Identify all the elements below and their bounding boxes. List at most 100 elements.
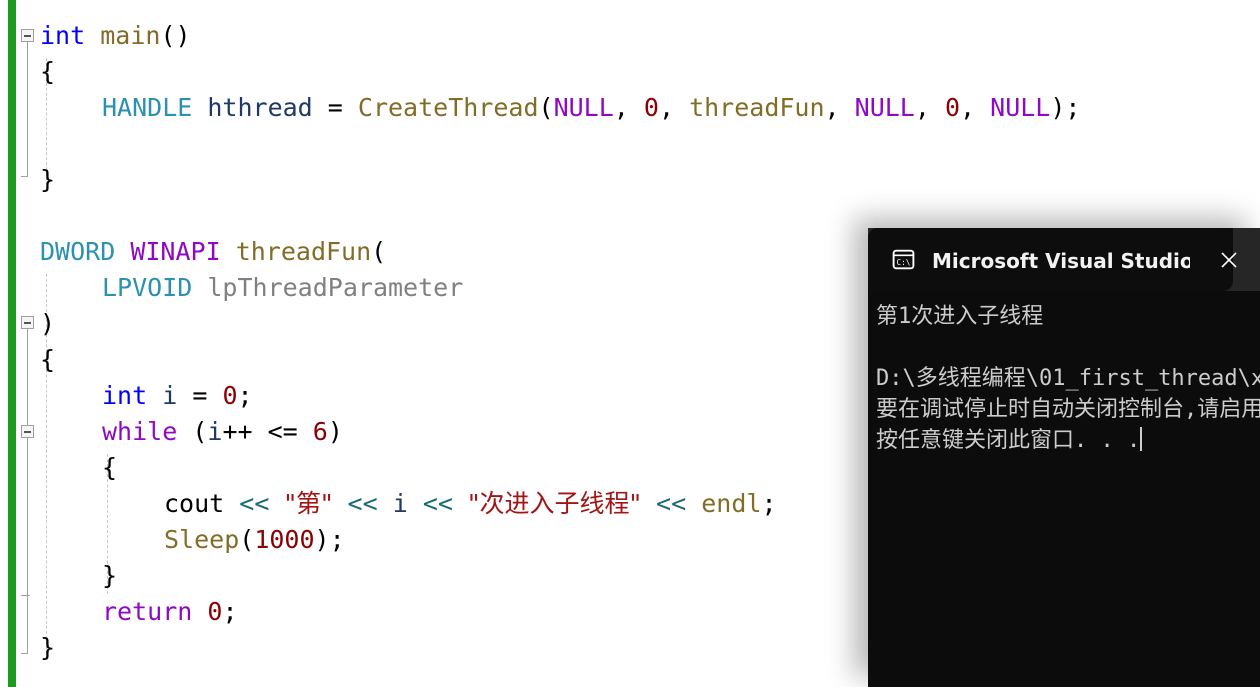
console-output-line: 第1次进入子线程 <box>876 304 1044 329</box>
code-line[interactable]: { <box>40 342 55 378</box>
code-line[interactable]: return 0; <box>102 594 238 630</box>
console-window-icon: C:\ <box>891 247 916 272</box>
code-token: << <box>656 489 687 518</box>
code-token: ) <box>40 309 56 338</box>
console-titlebar[interactable]: C:\ Microsoft Visual Studio 调试控制台 <box>868 228 1260 291</box>
code-token: { <box>102 453 118 482</box>
collapse-toggle-main[interactable] <box>21 29 34 42</box>
console-output-line: D:\多线程编程\01_first_thread\x64\Debug\01_fi… <box>876 366 1260 391</box>
code-token: } <box>40 633 56 662</box>
outline-line-while <box>27 438 28 595</box>
close-icon[interactable] <box>1198 228 1260 291</box>
code-token: i <box>392 489 408 518</box>
code-token: , <box>824 93 855 122</box>
code-line[interactable]: } <box>102 558 117 594</box>
code-line[interactable]: HANDLE hthread = CreateThread(NULL, 0, t… <box>102 90 1080 126</box>
code-line[interactable]: } <box>40 162 55 198</box>
code-token: } <box>40 165 56 194</box>
code-token: "次进入子线程" <box>467 489 641 518</box>
outline-line-main <box>27 42 28 176</box>
console-tab[interactable]: C:\ Microsoft Visual Studio 调试控制台 <box>868 228 1233 291</box>
code-line[interactable]: } <box>40 630 55 666</box>
code-token: return <box>102 597 193 626</box>
code-line[interactable]: int main() <box>40 18 191 54</box>
code-token: << <box>239 489 270 518</box>
code-token: ; <box>761 489 777 518</box>
code-token: ) <box>327 417 343 446</box>
code-token: ( <box>371 237 387 266</box>
code-token: ++ <= <box>222 417 313 446</box>
console-output-line: 要在调试停止时自动关闭控制台,请启用“工具”->“选项”->“调试”->“调试停… <box>876 397 1260 422</box>
code-token: , <box>960 93 991 122</box>
code-token: { <box>40 57 56 86</box>
code-line[interactable]: int i = 0; <box>102 378 253 414</box>
code-line[interactable]: cout << "第" << i << "次进入子线程" << endl; <box>164 486 777 522</box>
code-line[interactable]: { <box>102 450 117 486</box>
code-token: i <box>207 417 223 446</box>
collapse-toggle-threadfun[interactable] <box>21 316 34 329</box>
code-token: () <box>160 21 191 50</box>
code-token: 0 <box>207 597 223 626</box>
console-output-area[interactable]: 第1次进入子线程 D:\多线程编程\01_first_thread\x64\De… <box>868 291 1260 687</box>
code-token: = <box>177 381 223 410</box>
code-token: main <box>100 21 161 50</box>
code-token: ( <box>538 93 554 122</box>
code-token: 0 <box>222 381 238 410</box>
code-token: threadFun <box>235 237 372 266</box>
code-token: LPVOID <box>102 273 193 302</box>
code-token: << <box>422 489 453 518</box>
code-token: ; <box>222 597 238 626</box>
svg-text:C:\: C:\ <box>897 258 911 267</box>
code-token: Sleep <box>164 525 240 554</box>
code-line[interactable]: LPVOID lpThreadParameter <box>102 270 463 306</box>
code-token: cout <box>164 489 225 518</box>
console-title-text: Microsoft Visual Studio 调试控制台 <box>932 249 1190 273</box>
outline-foot-main <box>21 176 28 177</box>
debug-console-window[interactable]: C:\ Microsoft Visual Studio 调试控制台 第1次进入子… <box>868 228 1260 687</box>
outline-foot-threadfun <box>21 653 28 654</box>
code-token: 0 <box>643 93 659 122</box>
code-token: endl <box>701 489 762 518</box>
change-tracking-bar <box>8 0 16 687</box>
code-token: int <box>102 381 148 410</box>
code-token: threadFun <box>689 93 825 122</box>
code-line[interactable]: DWORD WINAPI threadFun( <box>40 234 386 270</box>
code-token: WINAPI <box>130 237 221 266</box>
console-caret <box>1140 427 1143 451</box>
code-token: ); <box>314 525 345 554</box>
code-token: NULL <box>990 93 1051 122</box>
code-token: , <box>613 93 644 122</box>
code-token: "第" <box>284 489 333 518</box>
code-token: HANDLE <box>102 93 193 122</box>
code-line[interactable]: while (i++ <= 6) <box>102 414 343 450</box>
code-token: hthread <box>207 93 313 122</box>
code-token: 6 <box>312 417 328 446</box>
code-token: } <box>102 561 118 590</box>
code-token: ( <box>177 417 208 446</box>
code-token: NULL <box>854 93 915 122</box>
code-token: DWORD <box>40 237 116 266</box>
code-token: CreateThread <box>357 93 539 122</box>
code-line[interactable]: { <box>40 54 55 90</box>
code-line[interactable]: Sleep(1000); <box>164 522 345 558</box>
code-line[interactable]: ) <box>40 306 55 342</box>
collapse-toggle-while[interactable] <box>21 425 34 438</box>
code-token: i <box>162 381 178 410</box>
code-token: 1000 <box>254 525 315 554</box>
code-token: , <box>914 93 945 122</box>
code-token: ; <box>237 381 253 410</box>
